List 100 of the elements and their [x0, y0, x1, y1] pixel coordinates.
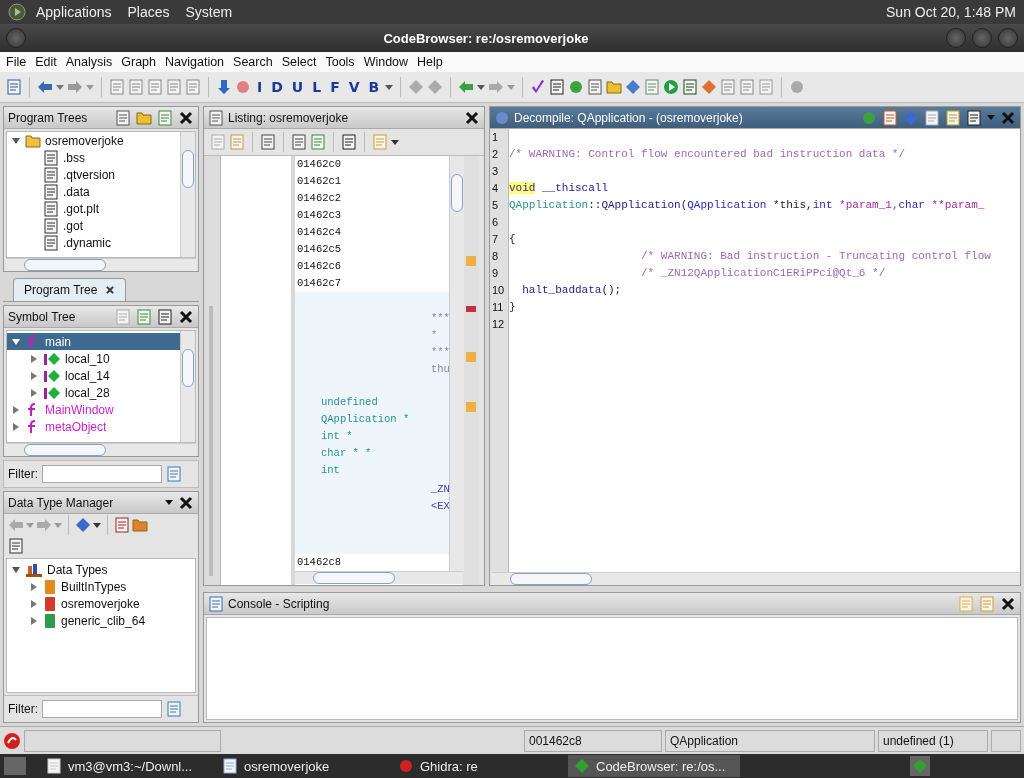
- expand-toggle-icon[interactable]: [11, 421, 21, 432]
- horizontal-scrollbar[interactable]: [492, 572, 1018, 585]
- window-menu-button[interactable]: [6, 28, 26, 48]
- parameter-type: int: [321, 463, 341, 478]
- clock[interactable]: Sun Oct 20, 1:48 PM: [886, 4, 1016, 20]
- folder-icon: [25, 132, 41, 149]
- tree-row[interactable]: MainWindow: [7, 401, 180, 418]
- tree-item-label[interactable]: Data Types: [47, 562, 108, 577]
- tree-row[interactable]: osremoverjoke: [7, 595, 195, 612]
- tree-item-label[interactable]: local_10: [65, 351, 110, 366]
- expand-toggle-icon[interactable]: [29, 353, 39, 364]
- toolbar-letter-button[interactable]: I: [254, 79, 266, 95]
- menu-item[interactable]: Search: [233, 55, 273, 69]
- tree-item-label[interactable]: .dynamic: [63, 235, 112, 250]
- line-number: 10: [491, 283, 506, 298]
- expand-toggle-icon[interactable]: [11, 336, 21, 347]
- menu-item[interactable]: Edit: [35, 55, 57, 69]
- menu-item[interactable]: Graph: [121, 55, 156, 69]
- dropdown-caret-icon: [26, 522, 34, 528]
- toolbar-letter-button[interactable]: B: [365, 79, 383, 95]
- expand-toggle-icon[interactable]: [29, 598, 39, 609]
- menu-item[interactable]: Navigation: [165, 55, 225, 69]
- expand-toggle-icon[interactable]: [11, 564, 21, 575]
- tree-item-label[interactable]: .got.plt: [63, 201, 100, 216]
- menu-item[interactable]: Select: [281, 55, 317, 69]
- expand-toggle-icon[interactable]: [29, 387, 39, 398]
- taskbar-button[interactable]: Ghidra: re: [392, 755, 564, 777]
- tree-item-label[interactable]: osremoverjoke: [45, 133, 124, 148]
- label-text: <EX: [431, 499, 449, 514]
- menu-item[interactable]: Window: [363, 55, 409, 69]
- panel-menu[interactable]: Places: [121, 4, 176, 20]
- menu-item[interactable]: Analysis: [65, 55, 113, 69]
- tree-row[interactable]: .data: [7, 183, 180, 200]
- tree-row[interactable]: metaObject: [7, 418, 180, 435]
- document-icon: [109, 79, 125, 95]
- dropdown-caret-icon: [385, 84, 394, 90]
- line-number: 1: [491, 130, 500, 145]
- tree-row[interactable]: local_28: [7, 384, 180, 401]
- tree-row[interactable]: osremoverjoke: [7, 132, 180, 149]
- line-number: 4: [491, 181, 500, 196]
- maximize-button[interactable]: [972, 28, 992, 48]
- tab-label[interactable]: Program Tree: [24, 283, 98, 297]
- tree-row[interactable]: .dynamic: [7, 234, 180, 251]
- toolbar-letter-button[interactable]: D: [268, 79, 286, 95]
- horizontal-scrollbar[interactable]: [6, 443, 196, 456]
- taskbar-button[interactable]: vm3@vm3:~/Downl...: [40, 755, 212, 777]
- tree-row[interactable]: .got.plt: [7, 200, 180, 217]
- filter-field[interactable]: [42, 465, 162, 483]
- status-field: 001462c8: [524, 729, 662, 752]
- taskbar-button[interactable]: osremoverjoke: [216, 755, 388, 777]
- horizontal-scrollbar[interactable]: [295, 571, 463, 584]
- comment-text: thu: [431, 362, 449, 377]
- tree-row[interactable]: BuiltInTypes: [7, 578, 195, 595]
- horizontal-scrollbar[interactable]: [6, 258, 196, 271]
- tree-row[interactable]: main: [7, 333, 180, 350]
- tree-item-label[interactable]: local_14: [65, 368, 110, 383]
- tree-item-label[interactable]: metaObject: [45, 419, 107, 434]
- close-button[interactable]: [998, 28, 1018, 48]
- menu-logo-icon[interactable]: [8, 3, 26, 21]
- diamond-icon: [625, 79, 642, 95]
- code-token: halt_baddata: [521, 284, 602, 296]
- minimize-button[interactable]: [946, 28, 966, 48]
- menu-item[interactable]: Help: [417, 55, 443, 69]
- toolbar-letter-button[interactable]: U: [288, 79, 307, 95]
- tree-row[interactable]: .got: [7, 217, 180, 234]
- menu-item[interactable]: File: [6, 55, 27, 69]
- panel-menu[interactable]: Applications: [30, 4, 118, 20]
- expand-toggle-icon[interactable]: [11, 404, 21, 415]
- tree-item-label[interactable]: .data: [63, 184, 90, 199]
- toolbar-letter-button[interactable]: L: [309, 79, 325, 95]
- panel-menu[interactable]: System: [179, 4, 239, 20]
- tree-item-label[interactable]: BuiltInTypes: [61, 579, 127, 594]
- toolbar-letter-button[interactable]: V: [345, 79, 363, 95]
- tree-row[interactable]: generic_clib_64: [7, 612, 195, 629]
- tree-item-label[interactable]: .qtversion: [63, 167, 116, 182]
- expand-toggle-icon[interactable]: [29, 581, 39, 592]
- document-icon: [739, 79, 756, 95]
- tree-row[interactable]: .bss: [7, 149, 180, 166]
- tree-item-label[interactable]: main: [45, 334, 71, 349]
- taskbar-button[interactable]: CodeBrowser: re:/os...: [568, 755, 740, 777]
- tree-row[interactable]: .qtversion: [7, 166, 180, 183]
- tree-item-label[interactable]: MainWindow: [45, 402, 114, 417]
- tree-item-label[interactable]: .bss: [63, 150, 85, 165]
- vertical-scrollbar[interactable]: [180, 331, 195, 442]
- filter-field[interactable]: [42, 700, 162, 718]
- tree-row[interactable]: local_10: [7, 350, 180, 367]
- menu-item[interactable]: Tools: [325, 55, 355, 69]
- tree-item-label[interactable]: generic_clib_64: [61, 613, 146, 628]
- tree-row[interactable]: Data Types: [7, 561, 195, 578]
- toolbar-letter-button[interactable]: F: [327, 79, 343, 95]
- panel-tab[interactable]: Program Tree: [13, 278, 127, 301]
- expand-toggle-icon[interactable]: [11, 135, 21, 146]
- tree-item-label[interactable]: .got: [63, 218, 83, 233]
- expand-toggle-icon[interactable]: [29, 615, 39, 626]
- vertical-scrollbar[interactable]: [449, 156, 464, 571]
- tree-item-label[interactable]: osremoverjoke: [61, 596, 140, 611]
- vertical-scrollbar[interactable]: [180, 132, 195, 257]
- expand-toggle-icon[interactable]: [29, 370, 39, 381]
- tree-row[interactable]: local_14: [7, 367, 180, 384]
- tree-item-label[interactable]: local_28: [65, 385, 110, 400]
